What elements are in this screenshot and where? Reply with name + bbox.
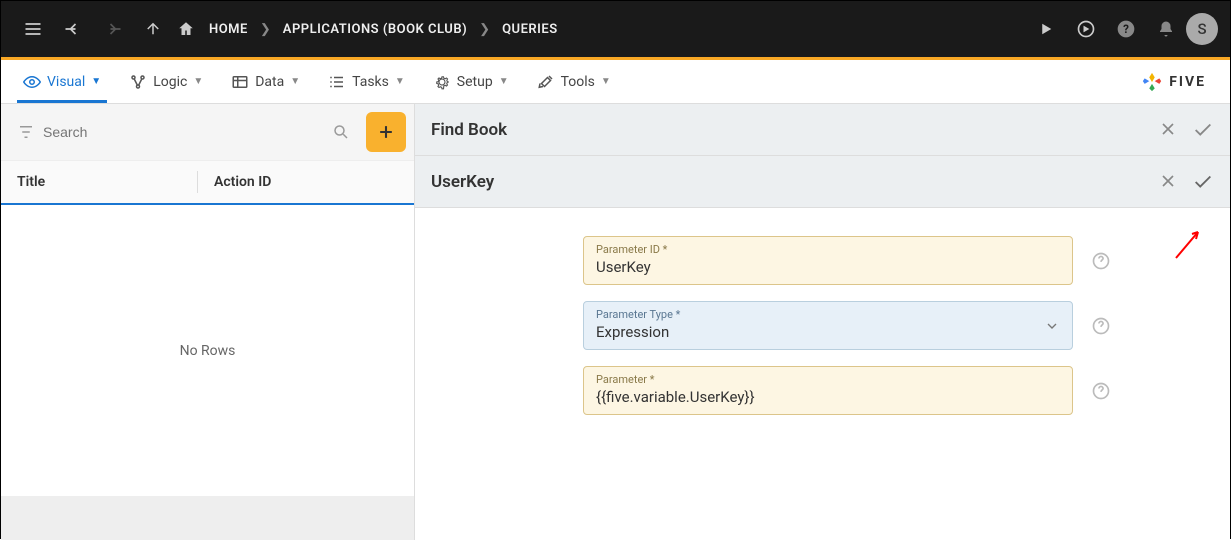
left-panel: Title Action ID No Rows [1, 104, 415, 540]
crumb-applications[interactable]: APPLICATIONS (BOOK CLUB) [275, 22, 475, 37]
panel-title: UserKey [431, 172, 1158, 192]
chevron-down-icon: ▼ [193, 76, 203, 87]
column-divider [197, 171, 198, 193]
tab-tasks[interactable]: Tasks ▼ [314, 60, 419, 103]
form-area: Parameter ID * UserKey Parameter Type * … [415, 208, 1230, 540]
search-row [1, 104, 414, 161]
tools-icon [537, 73, 555, 91]
search-box [9, 117, 358, 147]
help-icon[interactable] [1091, 251, 1111, 271]
field-label: Parameter Type * [596, 308, 1060, 321]
home-label: HOME [201, 22, 256, 37]
table-header: Title Action ID [1, 161, 414, 205]
home-crumb[interactable]: HOME [177, 9, 256, 49]
search-icon[interactable] [332, 123, 350, 141]
field-value: Expression [596, 323, 1060, 341]
main: Title Action ID No Rows Find Book UserKe… [1, 104, 1230, 540]
field-row-parameter-type: Parameter Type * Expression [463, 301, 1182, 350]
check-icon[interactable] [1192, 171, 1214, 193]
tab-label: Logic [153, 74, 187, 90]
tab-label: Tools [561, 74, 595, 90]
logo-icon [1141, 71, 1163, 93]
field-value: {{five.variable.UserKey}} [596, 388, 1060, 406]
eye-icon [23, 73, 41, 91]
tab-tools[interactable]: Tools ▼ [523, 60, 625, 103]
breadcrumb: HOME ❯ APPLICATIONS (BOOK CLUB) ❯ QUERIE… [177, 9, 566, 49]
logo-text: FIVE [1169, 74, 1206, 90]
chevron-right-icon: ❯ [479, 22, 490, 37]
tab-label: Setup [457, 74, 493, 90]
filter-icon[interactable] [17, 123, 35, 141]
gear-icon [433, 73, 451, 91]
close-icon[interactable] [1158, 171, 1178, 193]
tab-label: Tasks [352, 74, 389, 90]
topbar: HOME ❯ APPLICATIONS (BOOK CLUB) ❯ QUERIE… [1, 1, 1230, 57]
chevron-down-icon: ▼ [601, 76, 611, 87]
data-icon [231, 73, 249, 91]
field-label: Parameter * [596, 373, 1060, 386]
cloud-icon[interactable] [1066, 9, 1106, 49]
logo: FIVE [1141, 60, 1222, 103]
panel-title: Find Book [431, 120, 1158, 140]
add-button[interactable] [366, 112, 406, 152]
back-icon[interactable] [53, 9, 93, 49]
help-icon[interactable]: ? [1106, 9, 1146, 49]
tab-data[interactable]: Data ▼ [217, 60, 314, 103]
parameter-id-field[interactable]: Parameter ID * UserKey [583, 236, 1073, 285]
table-body: No Rows [1, 205, 414, 496]
logic-icon [129, 73, 147, 91]
search-input[interactable] [43, 124, 332, 140]
chevron-down-icon: ▼ [395, 76, 405, 87]
chevron-down-icon: ▼ [290, 76, 300, 87]
chevron-down-icon: ▼ [499, 76, 509, 87]
left-footer [1, 496, 414, 540]
tab-label: Data [255, 74, 284, 90]
close-icon[interactable] [1158, 119, 1178, 141]
help-icon[interactable] [1091, 381, 1111, 401]
up-icon[interactable] [133, 9, 173, 49]
tabs-row: Visual ▼ Logic ▼ Data ▼ Tasks ▼ Setup ▼ … [1, 60, 1230, 104]
forward-icon [93, 9, 133, 49]
column-actionid[interactable]: Action ID [214, 174, 271, 190]
tab-logic[interactable]: Logic ▼ [115, 60, 217, 103]
field-row-parameter: Parameter * {{five.variable.UserKey}} [463, 366, 1182, 415]
chevron-down-icon [1044, 318, 1060, 334]
menu-icon[interactable] [13, 9, 53, 49]
tab-visual[interactable]: Visual ▼ [9, 60, 115, 103]
panel-header-findbook: Find Book [415, 104, 1230, 156]
help-icon[interactable] [1091, 316, 1111, 336]
play-icon[interactable] [1026, 9, 1066, 49]
check-icon[interactable] [1192, 119, 1214, 141]
tab-label: Visual [47, 74, 85, 90]
avatar[interactable]: S [1186, 13, 1218, 45]
bell-icon[interactable] [1146, 9, 1186, 49]
chevron-down-icon: ▼ [91, 76, 101, 87]
crumb-queries[interactable]: QUERIES [494, 22, 566, 37]
field-row-parameter-id: Parameter ID * UserKey [463, 236, 1182, 285]
tab-setup[interactable]: Setup ▼ [419, 60, 523, 103]
column-title[interactable]: Title [17, 174, 197, 190]
tasks-icon [328, 73, 346, 91]
svg-text:?: ? [1123, 22, 1129, 36]
parameter-type-field[interactable]: Parameter Type * Expression [583, 301, 1073, 350]
chevron-right-icon: ❯ [260, 22, 271, 37]
parameter-field[interactable]: Parameter * {{five.variable.UserKey}} [583, 366, 1073, 415]
field-value: UserKey [596, 258, 1060, 276]
field-label: Parameter ID * [596, 243, 1060, 256]
right-panel: Find Book UserKey [415, 104, 1230, 540]
panel-header-userkey: UserKey [415, 156, 1230, 208]
empty-text: No Rows [180, 343, 236, 359]
